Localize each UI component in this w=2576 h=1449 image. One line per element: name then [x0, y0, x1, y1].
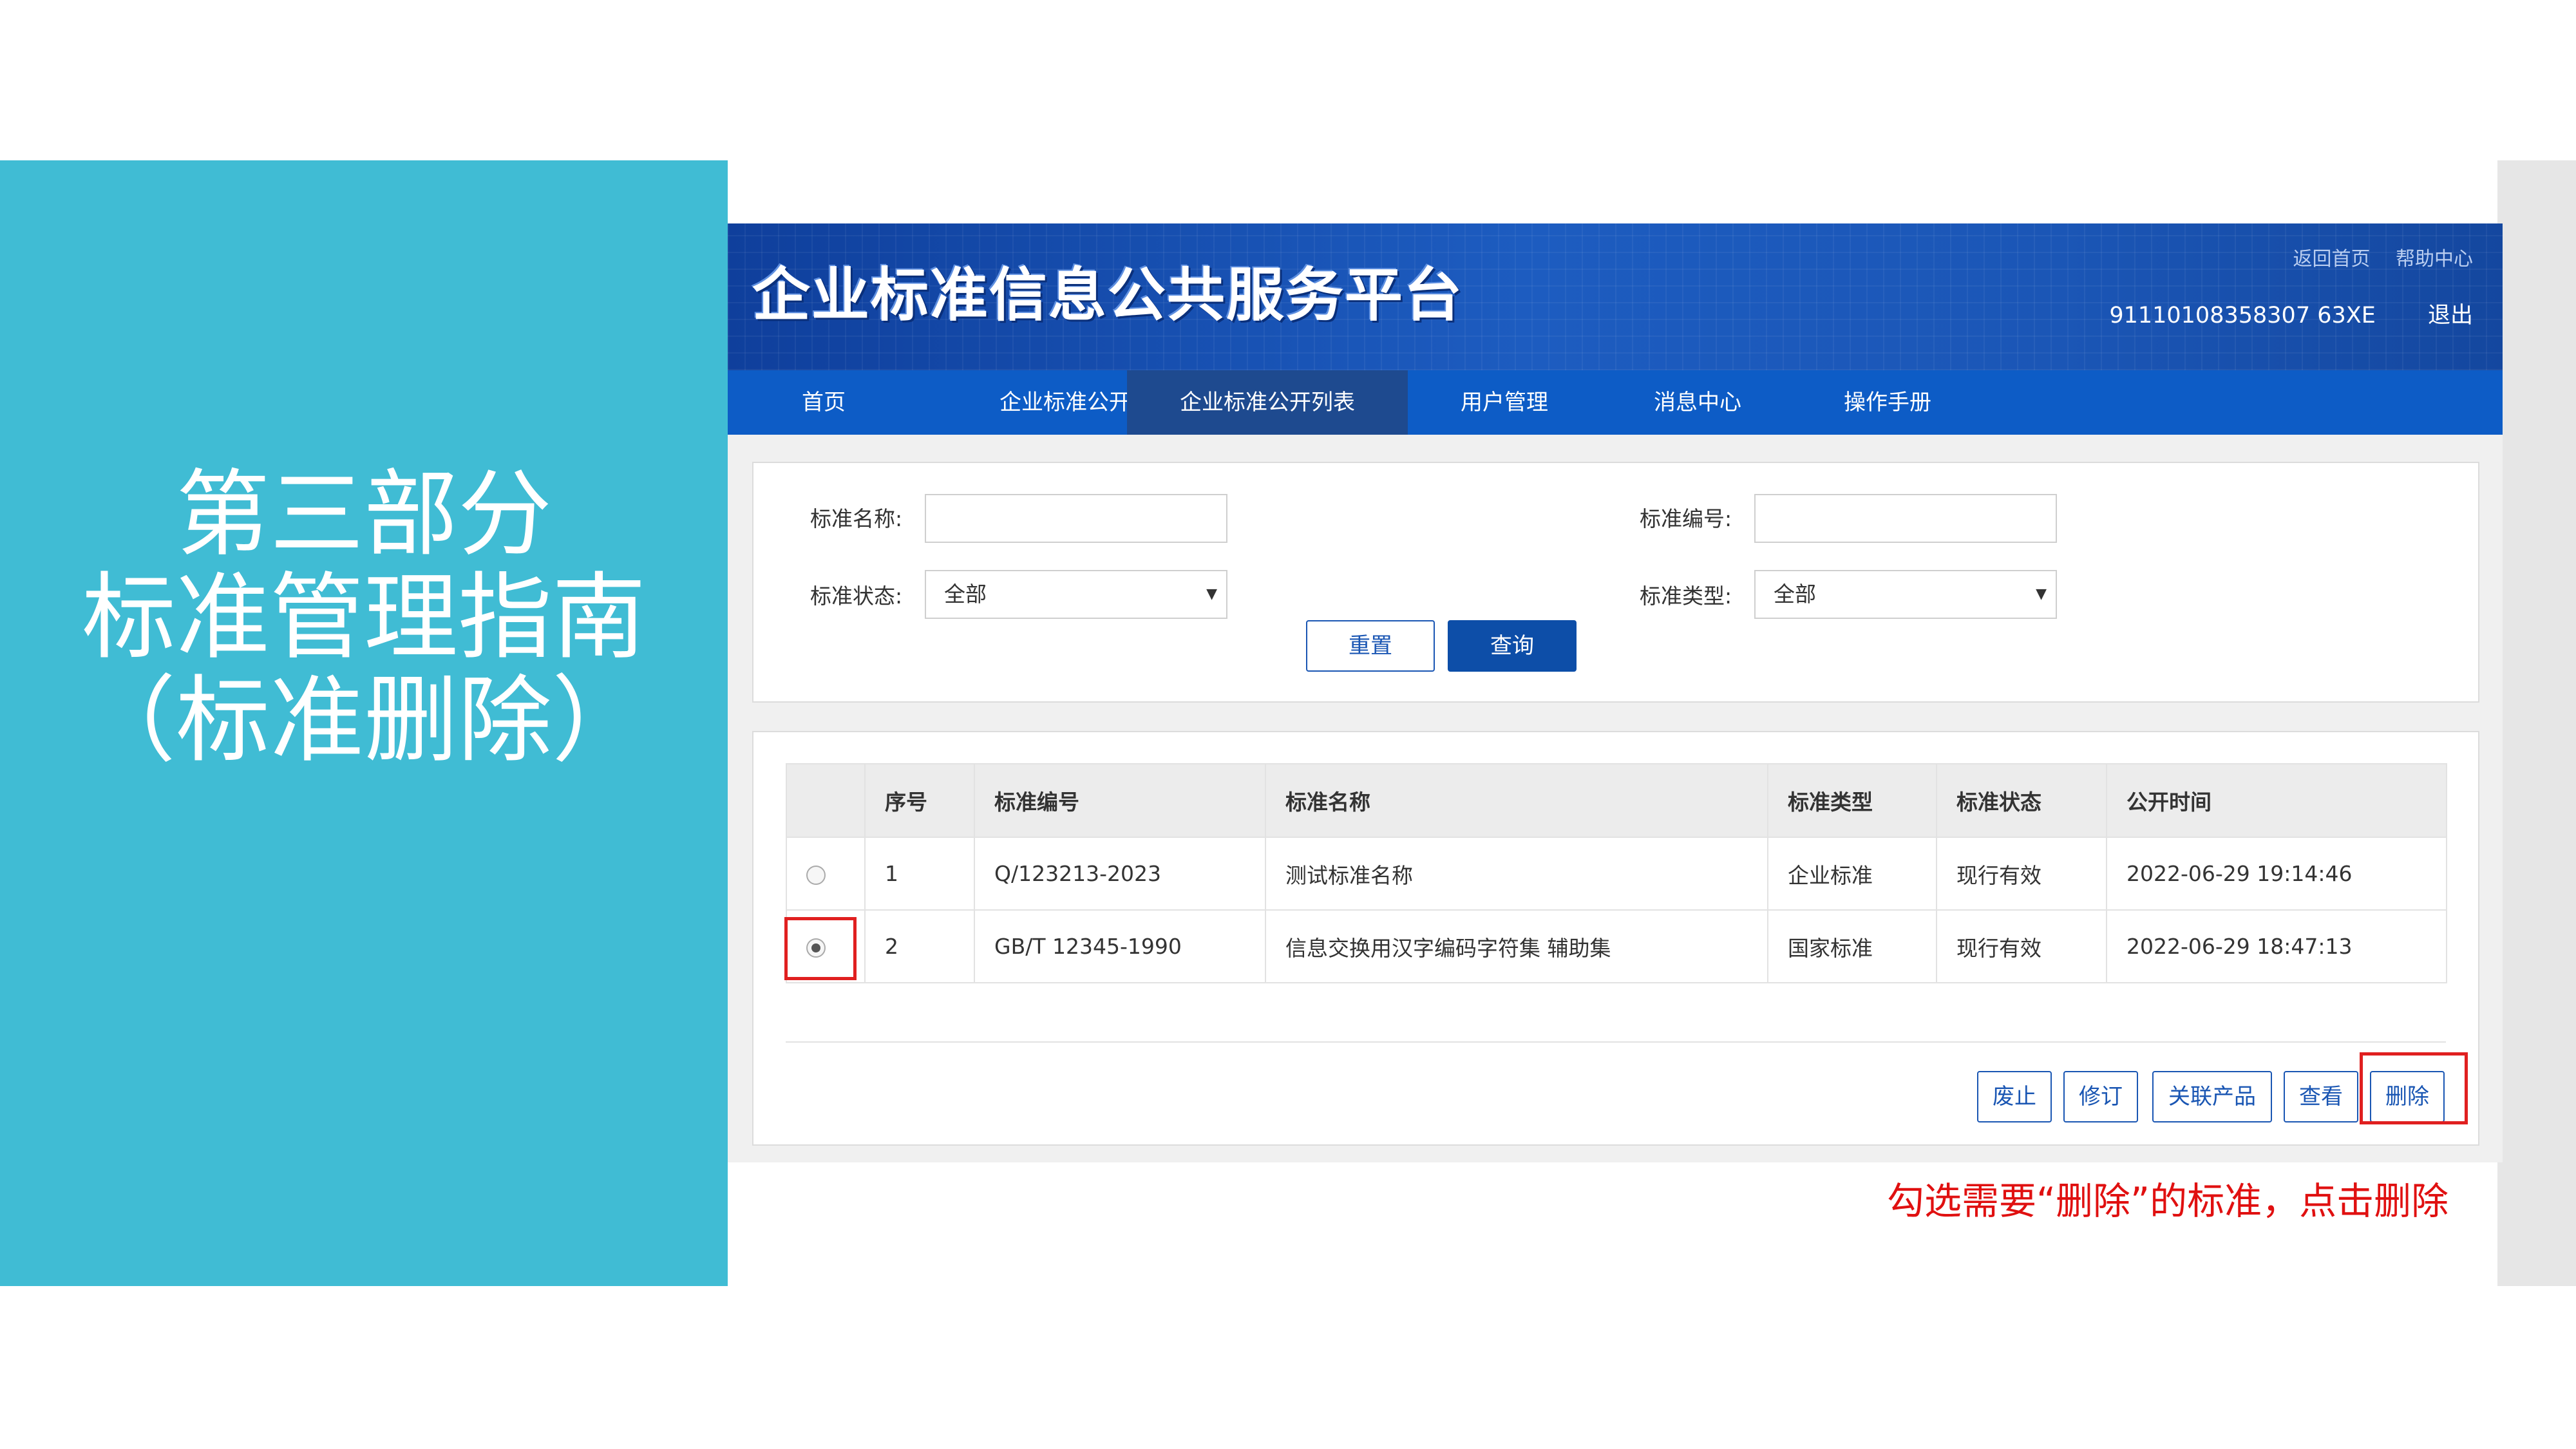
standard-name-label: 标准名称: [810, 506, 903, 531]
home-link[interactable]: 返回首页 [2293, 248, 2370, 270]
user-id: 91110108358307 63XE [2109, 303, 2376, 328]
row-time: 2022-06-29 18:47:13 [2106, 909, 2447, 983]
col-time-header: 公开时间 [2106, 763, 2447, 838]
row-no: 2 [864, 909, 975, 983]
radio-highlight-box [784, 917, 857, 980]
slide-title: 第三部分 标准管理指南 （标准删除） [0, 463, 728, 772]
user-info: 91110108358307 63XE 退出 [2064, 297, 2473, 330]
row-code: Q/123213-2023 [974, 837, 1266, 911]
reset-button[interactable]: 重置 [1306, 620, 1435, 672]
revise-button[interactable]: 修订 [2063, 1071, 2138, 1122]
search-panel: 标准名称: 标准编号: 标准状态: 全部 ▼ 标准类型: 全部 ▼ 重置 查询 [752, 462, 2479, 703]
nav-item-manual[interactable]: 操作手册 [1794, 370, 1981, 435]
delete-highlight-box [2360, 1052, 2468, 1124]
results-table: 序号 标准编号 标准名称 标准类型 标准状态 公开时间 1 Q/123213-2… [786, 763, 2447, 983]
table-row[interactable]: 2 GB/T 12345-1990 信息交换用汉字编码字符集 辅助集 国家标准 … [786, 909, 2447, 983]
query-button[interactable]: 查询 [1448, 620, 1577, 672]
site-logo[interactable]: 企业标准信息公共服务平台 [752, 248, 1463, 332]
divider [786, 1041, 2446, 1043]
nav-item-user-management[interactable]: 用户管理 [1408, 370, 1601, 435]
col-name-header: 标准名称 [1265, 763, 1768, 838]
table-row[interactable]: 1 Q/123213-2023 测试标准名称 企业标准 现行有效 2022-06… [786, 837, 2447, 911]
nav-item-home[interactable]: 首页 [728, 370, 920, 435]
nav-item-standard-list[interactable]: 企业标准公开列表 [1127, 370, 1408, 435]
row-status: 现行有效 [1936, 837, 2107, 911]
slide-right-strip [2497, 160, 2576, 1286]
chevron-down-icon: ▼ [1206, 586, 1217, 602]
standard-name-input[interactable] [925, 494, 1227, 543]
view-button[interactable]: 查看 [2284, 1071, 2358, 1122]
row-code: GB/T 12345-1990 [974, 909, 1266, 983]
col-status-header: 标准状态 [1936, 763, 2107, 838]
col-type-header: 标准类型 [1767, 763, 1937, 838]
col-select-header [786, 763, 866, 838]
standard-code-input[interactable] [1754, 494, 2057, 543]
logout-link[interactable]: 退出 [2428, 303, 2473, 328]
standard-status-select[interactable]: 全部 ▼ [925, 570, 1227, 619]
abolish-button[interactable]: 废止 [1977, 1071, 2052, 1122]
row-time: 2022-06-29 19:14:46 [2106, 837, 2447, 911]
row-no: 1 [864, 837, 975, 911]
link-product-button[interactable]: 关联产品 [2152, 1071, 2272, 1122]
help-link[interactable]: 帮助中心 [2396, 248, 2473, 270]
results-panel: 序号 标准编号 标准名称 标准类型 标准状态 公开时间 1 Q/123213-2… [752, 731, 2479, 1146]
standard-status-label: 标准状态: [810, 583, 903, 609]
row-radio[interactable] [806, 865, 826, 885]
table-header-row: 序号 标准编号 标准名称 标准类型 标准状态 公开时间 [786, 763, 2447, 838]
main-nav: 首页 企业标准公开 企业标准公开列表 用户管理 消息中心 操作手册 [728, 370, 2503, 435]
standard-code-label: 标准编号: [1640, 506, 1732, 531]
chevron-down-icon: ▼ [2036, 586, 2047, 602]
col-no-header: 序号 [864, 763, 975, 838]
slide-left-panel: 第三部分 标准管理指南 （标准删除） [0, 160, 728, 1286]
row-name: 信息交换用汉字编码字符集 辅助集 [1265, 909, 1768, 983]
instruction-hint: 勾选需要“删除”的标准，点击删除 [1887, 1179, 2449, 1223]
slide-title-line-1: 第三部分 [176, 460, 552, 569]
slide-title-line-2: 标准管理指南 [82, 563, 646, 672]
row-type: 国家标准 [1767, 909, 1937, 983]
nav-item-message-center[interactable]: 消息中心 [1601, 370, 1794, 435]
standard-type-select[interactable]: 全部 ▼ [1754, 570, 2057, 619]
app-screenshot: 企业标准信息公共服务平台 返回首页 帮助中心 91110108358307 63… [728, 223, 2503, 1162]
row-status: 现行有效 [1936, 909, 2107, 983]
row-name: 测试标准名称 [1265, 837, 1768, 911]
row-type: 企业标准 [1767, 837, 1937, 911]
col-code-header: 标准编号 [974, 763, 1266, 838]
top-links: 返回首页 帮助中心 [2273, 243, 2473, 271]
content-area: 标准名称: 标准编号: 标准状态: 全部▼ 标准类型: 全部▼ 重置 查询 [728, 435, 2503, 1162]
site-header: 企业标准信息公共服务平台 返回首页 帮助中心 91110108358307 63… [728, 223, 2503, 370]
slide-title-line-3: （标准删除） [82, 666, 646, 775]
standard-type-label: 标准类型: [1640, 583, 1732, 609]
